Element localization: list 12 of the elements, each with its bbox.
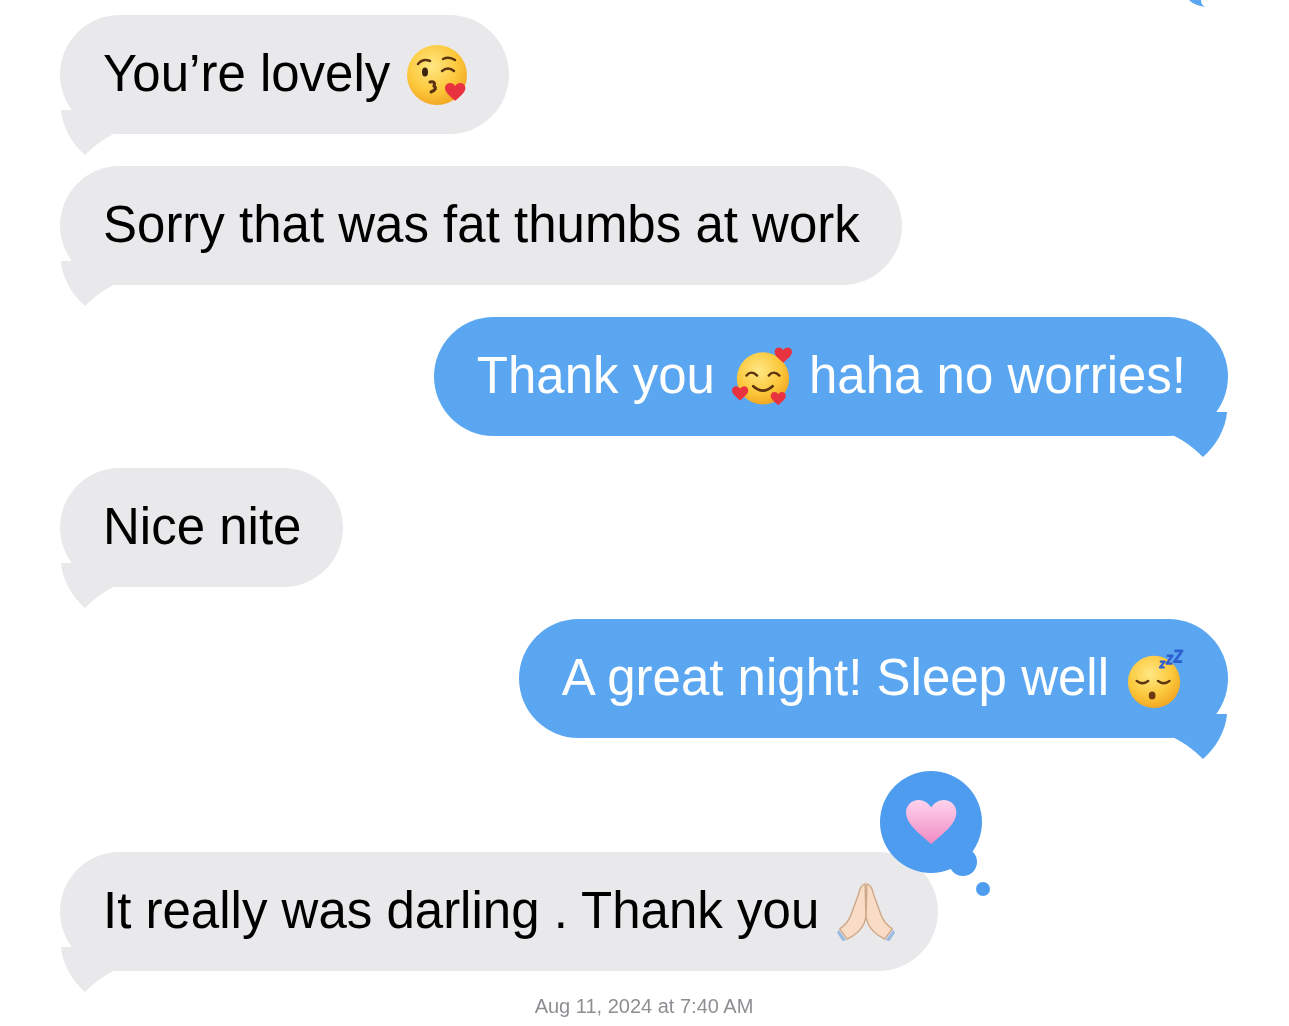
message-text: Sorry that was fat thumbs at work — [103, 196, 860, 255]
message-text: Nice nite — [103, 498, 302, 557]
timestamp: Aug 11, 2024 at 7:40 AM — [534, 995, 754, 1017]
message-text: A great night! Sleep well — [561, 649, 1109, 708]
message-text: Thank you — [476, 347, 715, 406]
message-text: It really was darling . Thank you — [103, 882, 820, 941]
sleeping-face-icon — [1126, 648, 1186, 709]
message-text: haha no worries! — [808, 347, 1186, 406]
smiling-face-with-hearts-icon — [731, 346, 792, 407]
message-text: You’re lovely — [103, 45, 391, 104]
kissing-face-icon — [407, 44, 468, 105]
folded-hands-icon — [836, 881, 897, 942]
